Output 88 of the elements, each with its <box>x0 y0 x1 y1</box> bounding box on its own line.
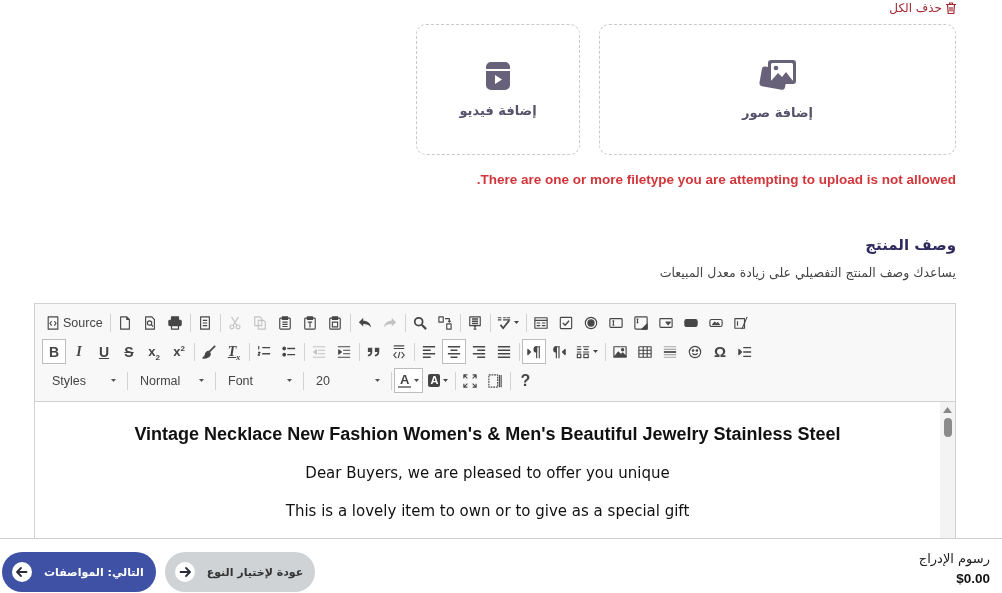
code-block-icon <box>392 344 406 359</box>
editor-heading: Vintage Necklace New Fashion Women's & Men's Beautiful Jewelry Stainless Steel <box>133 423 842 445</box>
outdent-icon <box>312 344 326 359</box>
arrow-left-icon <box>12 562 32 582</box>
bulleted-list-icon <box>282 344 296 359</box>
printer-icon <box>167 315 182 330</box>
page-magnifier-icon <box>142 315 157 330</box>
subscript-button[interactable]: x$_{2}$ <box>142 339 166 364</box>
trash-icon <box>946 2 956 14</box>
marked-square-icon <box>558 315 573 330</box>
redo-icon <box>382 315 397 330</box>
font-dropdown[interactable]: Font <box>218 369 301 392</box>
align-left-icon <box>422 344 436 359</box>
caret-icon <box>287 379 292 382</box>
caret-icon <box>111 379 116 382</box>
text-area-icon <box>633 315 648 330</box>
language-icon <box>576 344 590 359</box>
caret-icon <box>443 379 449 382</box>
delete-all-link[interactable]: حذف الكل <box>889 0 956 16</box>
show-blocks-icon <box>488 373 503 388</box>
select-field-icon <box>658 315 673 330</box>
italic-button[interactable]: I <box>67 339 91 364</box>
section-hint: يساعدك وصف المنتج التفصيلي على زيادة معدل المبيعات <box>658 264 956 282</box>
align-center-icon <box>447 344 461 359</box>
font-size-dropdown[interactable]: 20 <box>306 369 389 392</box>
scissors-icon <box>227 315 242 330</box>
table-icon <box>638 344 652 359</box>
left-to-right-button[interactable] <box>522 339 546 364</box>
smiley-icon <box>688 344 702 359</box>
remove-format-button[interactable]: T$_{x}$ <box>222 339 246 364</box>
section-title: وصف المنتج <box>864 235 956 256</box>
select-all-icon <box>467 315 482 330</box>
hidden-field-icon <box>733 315 748 330</box>
paintbrush-icon <box>202 344 216 359</box>
spelling-icon <box>496 315 511 330</box>
caret-icon <box>513 321 519 324</box>
clipboard-icon <box>277 315 292 330</box>
align-right-icon <box>472 344 486 359</box>
paragraph-rtl-icon <box>552 344 566 359</box>
clipboard-text-icon <box>302 315 317 330</box>
maximize-icon <box>463 373 478 388</box>
numbered-list-icon <box>257 344 271 359</box>
strikethrough-button[interactable]: S <box>117 339 141 364</box>
photos-icon <box>758 59 797 93</box>
indent-icon <box>337 344 351 359</box>
add-photos-button[interactable]: إضافة صور <box>599 24 956 155</box>
align-justify-icon <box>497 344 511 359</box>
text-color-button[interactable]: A <box>394 368 424 393</box>
editor-paragraph: This is a lovely item to own or to give as a special gift <box>284 501 691 521</box>
add-video-button[interactable]: إضافة فيديو <box>416 24 580 155</box>
editor-paragraph: Dear Buyers, we are pleased to offer you unique <box>304 463 671 483</box>
code-page-icon <box>46 315 60 330</box>
arrow-right-icon <box>174 562 195 582</box>
page-break-icon <box>738 344 752 359</box>
search-icon <box>412 315 427 330</box>
blank-page-icon <box>117 315 132 330</box>
format-dropdown[interactable]: Normal <box>130 369 213 392</box>
caret-icon <box>593 350 598 353</box>
background-color-button[interactable]: A <box>424 368 453 393</box>
replace-icon <box>437 315 452 330</box>
dot-in-ring-icon <box>583 315 598 330</box>
upload-error-message: There are one or more filetype you are attempting to upload is not allowed. <box>475 172 956 188</box>
caret-icon <box>375 379 380 382</box>
text-field-icon <box>608 315 623 330</box>
copy-icon <box>252 315 267 330</box>
clipboard-page-icon <box>327 315 342 330</box>
source-button[interactable]: Source <box>42 310 107 335</box>
video-icon <box>483 61 513 91</box>
bold-button[interactable]: B <box>42 339 66 364</box>
help-button[interactable]: ? <box>513 368 538 393</box>
back-button[interactable]: عودة لإختيار النوع <box>164 552 316 592</box>
paragraph-ltr-icon <box>527 344 541 359</box>
align-center-button[interactable] <box>442 339 466 364</box>
special-character-button[interactable]: Ω <box>708 339 732 364</box>
caret-icon <box>414 379 420 382</box>
horizontal-rule-icon <box>663 344 677 359</box>
form-icon <box>533 315 548 330</box>
scroll-up-arrow-icon[interactable] <box>943 407 952 413</box>
underline-button[interactable]: U <box>92 339 116 364</box>
next-button[interactable]: التالي: المواصفات <box>2 552 156 592</box>
document-icon <box>197 315 212 330</box>
styles-dropdown[interactable]: Styles <box>42 369 125 392</box>
scrollbar-thumb[interactable] <box>943 418 952 437</box>
superscript-button[interactable]: x$^{2}$ <box>167 339 191 364</box>
fee-label: رسوم الإدراج <box>918 550 990 568</box>
caret-icon <box>199 379 204 382</box>
fee-amount: $0.00 <box>955 570 990 588</box>
image-icon <box>613 344 627 359</box>
